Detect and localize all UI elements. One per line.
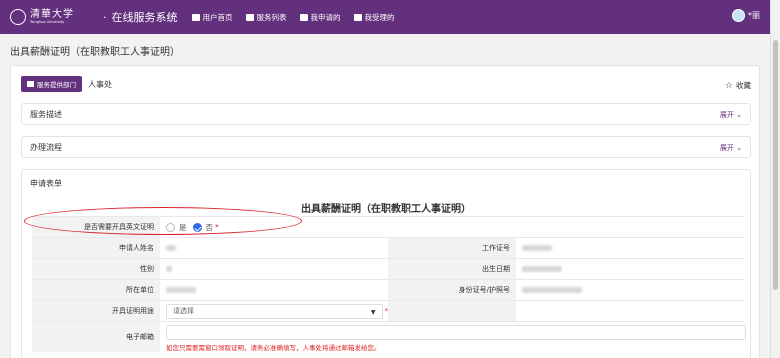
scrollbar-thumb[interactable] bbox=[773, 40, 778, 290]
nav-item-my-handled[interactable]: 我受理的 bbox=[353, 12, 395, 23]
chevron-down-icon: ⌄ bbox=[736, 144, 742, 152]
field-label: 出生日期 bbox=[388, 259, 516, 279]
field-label: 所在单位 bbox=[32, 280, 160, 300]
nav-item-services[interactable]: 服务列表 bbox=[245, 12, 287, 23]
english-cert-radio-group: 是 否 * bbox=[166, 222, 219, 233]
form-row: 电子邮箱 如您只需要需窗口领取证明，请务必准确填写，人事处将通过邮箱发给您。 bbox=[32, 321, 746, 352]
form-row: 所在单位 身份证号/护照号 bbox=[32, 279, 744, 300]
field-label: 性别 bbox=[32, 259, 160, 279]
nav-item-label: 我受理的 bbox=[364, 12, 395, 22]
application-form: 申请表单 出具薪酬证明（在职教职工人事证明） 是否需要开具英文证明 是 否 * … bbox=[21, 169, 751, 358]
section-label: 服务描述 bbox=[30, 109, 62, 119]
nav-item-home[interactable]: 用户首页 bbox=[191, 12, 233, 23]
page-scrollbar[interactable] bbox=[770, 0, 780, 358]
home-icon bbox=[191, 13, 200, 21]
dept-name: 人事处 bbox=[88, 79, 112, 89]
favorite-button[interactable]: ☆ 收藏 bbox=[725, 80, 751, 91]
list-icon bbox=[353, 13, 362, 21]
building-icon bbox=[27, 81, 34, 87]
email-field[interactable] bbox=[166, 324, 746, 340]
email-hint: 如您只需要需窗口领取证明，请务必准确填写，人事处将通过邮箱发给您。 bbox=[166, 343, 381, 352]
user-name: *丽 bbox=[748, 11, 760, 20]
logo-english-text: Tsinghua University bbox=[30, 19, 65, 24]
dropdown-arrow-icon: ▼ bbox=[370, 308, 376, 316]
applicant-name-value bbox=[160, 238, 388, 258]
form-row: 开具证明用途 请选择 ▼ * bbox=[32, 300, 744, 321]
form-row: 性别 出生日期 bbox=[32, 258, 744, 279]
field-label: 申请人姓名 bbox=[32, 238, 160, 258]
section-service-description[interactable]: 服务描述 展开 ⌄ bbox=[21, 103, 751, 125]
expand-toggle[interactable]: 展开 ⌄ bbox=[720, 110, 742, 120]
nav-item-label: 用户首页 bbox=[202, 12, 233, 22]
nav-item-label: 服务列表 bbox=[256, 12, 287, 22]
expand-toggle[interactable]: 展开 ⌄ bbox=[720, 143, 742, 153]
field-label: 工作证号 bbox=[388, 238, 516, 258]
birth-date-value bbox=[516, 259, 744, 279]
field-label: 开具证明用途 bbox=[32, 301, 160, 321]
page-title: 出具薪酬证明（在职教职工人事证明） bbox=[10, 47, 180, 58]
work-id-value bbox=[516, 238, 744, 258]
select-placeholder: 请选择 bbox=[173, 307, 194, 315]
id-number-value bbox=[516, 280, 744, 300]
section-label: 办理流程 bbox=[30, 142, 62, 152]
radio-yes[interactable] bbox=[166, 222, 175, 232]
section-process-flow[interactable]: 办理流程 展开 ⌄ bbox=[21, 136, 751, 158]
field-label: 电子邮箱 bbox=[32, 322, 160, 352]
main-nav: 用户首页 服务列表 我申请的 我受理的 bbox=[191, 12, 408, 23]
form-title: 出具薪酬证明（在职教职工人事证明） bbox=[301, 204, 471, 215]
gender-value bbox=[160, 259, 388, 279]
radio-no[interactable] bbox=[192, 222, 202, 232]
form-header: 申请表单 bbox=[30, 179, 62, 188]
chevron-down-icon: ⌄ bbox=[736, 111, 742, 119]
field-label: 是否需要开具英文证明 bbox=[32, 217, 160, 237]
nav-item-label: 我申请的 bbox=[310, 12, 341, 22]
favorite-label: 收藏 bbox=[736, 81, 751, 90]
list-icon bbox=[299, 13, 308, 21]
form-grid: 是否需要开具英文证明 是 否 * 申请人姓名 工作证号 性别 出生日期 所在单位… bbox=[32, 216, 746, 352]
dept-provider-button[interactable]: 服务提供部门 bbox=[21, 76, 82, 92]
university-logo[interactable]: 清華大学 Tsinghua University bbox=[10, 9, 90, 25]
form-row-english-cert: 是否需要开具英文证明 是 否 * bbox=[32, 216, 744, 237]
top-navigation-bar: 清華大学 Tsinghua University 在线服务系统 用户首页 服务列… bbox=[0, 0, 770, 34]
field-label: 身份证号/护照号 bbox=[388, 280, 516, 300]
dept-button-label: 服务提供部门 bbox=[37, 81, 76, 89]
radio-yes-label: 是 bbox=[179, 222, 187, 232]
required-mark: * bbox=[215, 222, 219, 232]
purpose-select[interactable]: 请选择 ▼ bbox=[166, 303, 383, 319]
edit-icon bbox=[245, 13, 254, 21]
university-seal-icon bbox=[10, 9, 26, 25]
radio-no-label: 否 bbox=[205, 222, 214, 232]
unit-value bbox=[160, 280, 388, 300]
avatar bbox=[732, 9, 745, 22]
star-icon: ☆ bbox=[724, 80, 733, 91]
system-title: 在线服务系统 bbox=[103, 9, 178, 25]
logo-chinese-text: 清華大学 bbox=[30, 8, 74, 20]
service-detail-panel: 服务提供部门 人事处 ☆ 收藏 服务描述 展开 ⌄ 办理流程 展开 ⌄ 申请表单… bbox=[10, 65, 760, 358]
user-menu[interactable]: *丽 bbox=[732, 9, 760, 22]
nav-item-my-applications[interactable]: 我申请的 bbox=[299, 12, 341, 23]
form-row: 申请人姓名 工作证号 bbox=[32, 237, 744, 258]
